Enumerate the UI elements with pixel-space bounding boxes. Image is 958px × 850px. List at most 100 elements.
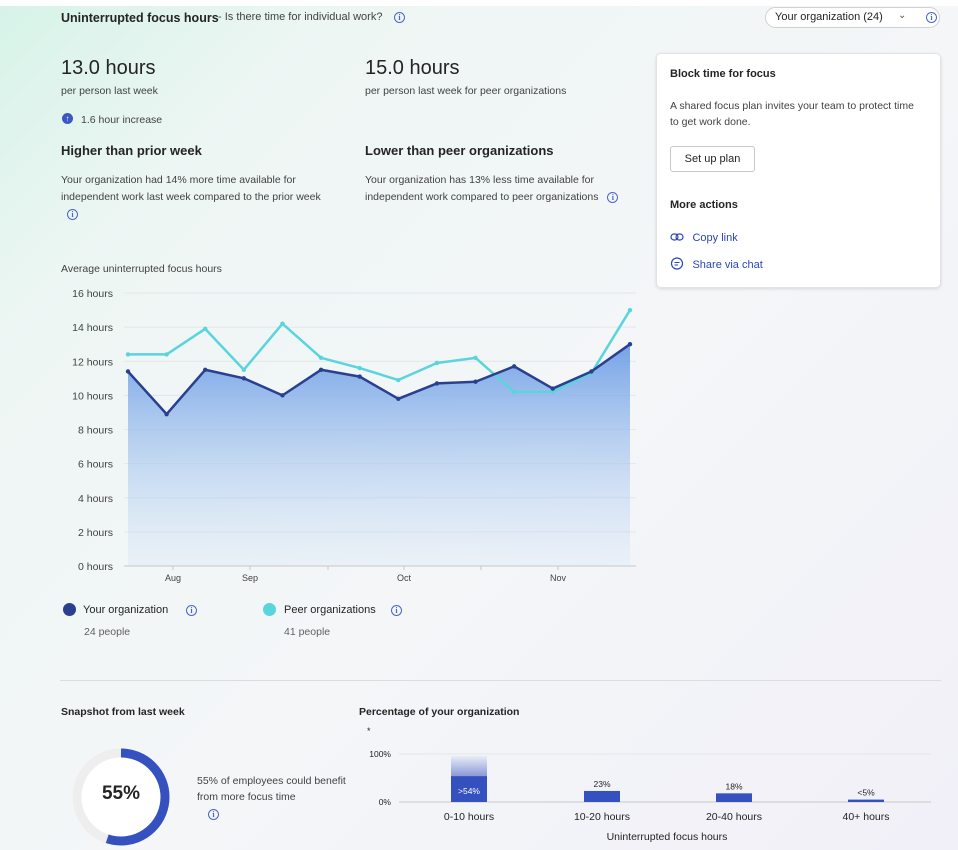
y-tick-label: 4 hours [78, 493, 113, 505]
own-hours-value: 13.0 hours [61, 57, 156, 79]
legend-swatch-peer [263, 603, 276, 616]
data-point-your-organization [357, 374, 362, 379]
bar-40plus-hours [848, 799, 884, 802]
data-point-peer-organizations [627, 307, 633, 313]
bar-data-label: 18% [725, 781, 742, 791]
legend-label-peer: Peer organizations [284, 604, 376, 616]
own-description-text: Your organization had 14% more time avai… [61, 174, 321, 203]
data-point-peer-organizations [357, 365, 362, 371]
more-actions-heading: More actions [670, 199, 738, 211]
page-title: Uninterrupted focus hours [61, 11, 219, 25]
x-tick-label: Sep [242, 573, 258, 583]
data-point-peer-organizations [241, 367, 247, 372]
x-axis-label: Uninterrupted focus hours [607, 831, 728, 843]
page-subtitle: - Is there time for individual work? [218, 11, 383, 23]
data-point-peer-organizations [280, 321, 285, 326]
card-body: A shared focus plan invites your team to… [670, 100, 914, 128]
data-point-peer-organizations [511, 389, 517, 395]
x-tick-label: Nov [550, 573, 567, 583]
y-tick-label: 0 hours [78, 561, 113, 573]
info-icon[interactable]: i [67, 209, 78, 220]
x-tick-label: 40+ hours [843, 811, 890, 823]
y-tick-label: 16 hours [72, 288, 113, 300]
distribution-bar-chart: 100% 0% >54% 0-10 hours 23% 10-20 hours 18% 20-… [369, 749, 931, 843]
data-point-your-organization [241, 376, 247, 381]
data-point-peer-organizations [396, 377, 401, 383]
data-point-peer-organizations [473, 355, 478, 361]
data-point-peer-organizations [125, 352, 131, 357]
own-hours-caption: per person last week [61, 85, 158, 97]
peer-hours-caption: per person last week for peer organizati… [365, 85, 567, 97]
legend-label-own: Your organization [83, 604, 169, 616]
info-icon[interactable]: i [391, 605, 402, 616]
peer-heading: Lower than peer organizations [365, 143, 554, 158]
data-point-peer-organizations [318, 355, 324, 361]
data-point-your-organization [280, 393, 285, 398]
y-tick-label: 14 hours [72, 322, 113, 334]
y-tick-label: 6 hours [78, 459, 113, 471]
copy-link-action[interactable]: Copy link [670, 228, 738, 246]
data-point-your-organization [550, 386, 555, 391]
organization-dropdown[interactable]: Your organization (24) ⌄ i [765, 7, 940, 28]
data-point-your-organization [164, 411, 169, 417]
data-point-your-organization [589, 369, 594, 374]
arrow-up-icon: ↑ [62, 113, 73, 124]
own-description: Your organization had 14% more time avai… [61, 172, 326, 223]
y-tick-label: 0% [379, 797, 392, 807]
share-chat-action[interactable]: Share via chat [670, 255, 763, 273]
bar-data-label: <5% [857, 788, 875, 798]
data-point-your-organization [125, 369, 131, 374]
info-icon[interactable]: i [607, 192, 619, 203]
data-point-your-organization [627, 341, 633, 347]
data-point-your-organization [511, 364, 517, 369]
top-strip [0, 0, 958, 6]
focus-plan-card: Block time for focus A shared focus plan… [656, 53, 941, 288]
bar-20-40-hours [716, 793, 752, 802]
peer-hours-value: 15.0 hours [365, 57, 460, 79]
snapshot-description: 55% of employees could benefit from more… [197, 775, 346, 803]
copy-link-label: Copy link [692, 232, 738, 244]
info-icon[interactable]: i [208, 809, 219, 820]
info-icon[interactable]: i [394, 12, 405, 23]
x-tick-label: Aug [165, 573, 181, 583]
bar-data-label: >54% [458, 786, 480, 796]
x-tick-label: 20-40 hours [706, 811, 762, 823]
data-point-your-organization [396, 396, 401, 401]
data-point-peer-organizations [164, 352, 169, 357]
data-point-peer-organizations [203, 326, 208, 332]
x-tick-label: 0-10 hours [444, 811, 494, 823]
bar-range-0-10-hours [451, 756, 487, 777]
data-point-your-organization [434, 381, 440, 386]
data-point-your-organization [318, 367, 324, 372]
data-point-your-organization [473, 379, 478, 384]
bar-chart-note: * [367, 726, 371, 736]
focus-hours-area-chart: 16 hours 14 hours 12 hours 10 hours 8 hours 6… [72, 288, 636, 583]
area-fill-your-organization [128, 344, 630, 566]
peer-description: Your organization has 13% less time avai… [365, 172, 650, 206]
y-tick-label: 8 hours [78, 425, 113, 437]
chevron-down-icon: ⌄ [898, 10, 907, 21]
data-point-peer-organizations [434, 360, 440, 366]
own-heading: Higher than prior week [61, 143, 202, 158]
x-tick-label: Oct [397, 573, 412, 583]
y-tick-label: 10 hours [72, 390, 113, 402]
snapshot-percent: 55% [101, 783, 141, 804]
own-change-text: 1.6 hour increase [81, 114, 163, 126]
organization-dropdown-label: Your organization (24) [775, 11, 883, 23]
peer-description-text: Your organization has 13% less time avai… [365, 174, 599, 203]
legend-people-peer: 41 people [284, 626, 331, 638]
data-point-your-organization [203, 367, 208, 372]
chat-icon [670, 257, 684, 270]
chart-title: Average uninterrupted focus hours [61, 263, 222, 275]
set-up-plan-button[interactable]: Set up plan [670, 146, 755, 172]
x-tick-label: 10-20 hours [574, 811, 630, 823]
card-title: Block time for focus [670, 68, 776, 80]
legend-people-own: 24 people [84, 626, 131, 638]
snapshot-title: Snapshot from last week [61, 706, 185, 718]
section-divider [60, 680, 941, 681]
link-icon [670, 233, 684, 241]
share-chat-label: Share via chat [692, 259, 763, 271]
info-icon[interactable]: i [186, 605, 197, 616]
info-icon[interactable]: i [926, 12, 937, 23]
bar-chart-title: Percentage of your organization [359, 706, 520, 718]
